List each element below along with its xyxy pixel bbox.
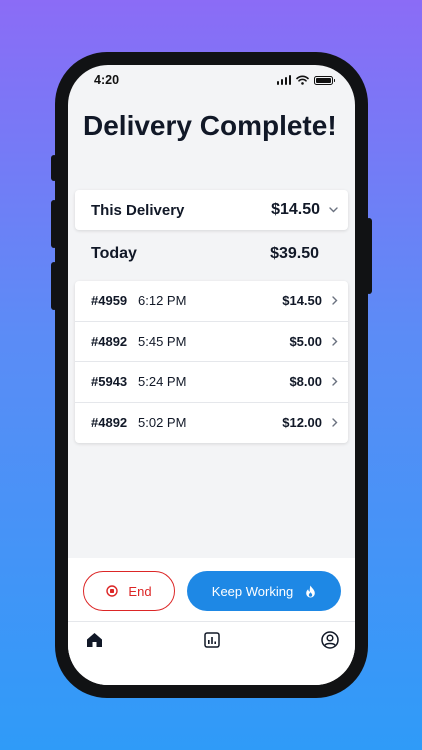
- chevron-right-icon: [332, 337, 338, 346]
- profile-icon[interactable]: [321, 631, 339, 649]
- order-time: 6:12 PM: [138, 293, 187, 309]
- this-delivery-label: This Delivery: [91, 201, 185, 219]
- order-row[interactable]: #5943 5:24 PM $8.00: [75, 362, 348, 403]
- chevron-right-icon: [332, 418, 338, 427]
- page-title: Delivery Complete!: [83, 110, 337, 141]
- action-buttons: End Keep Working: [83, 571, 341, 611]
- order-id: #4959: [91, 293, 128, 309]
- flame-icon: [306, 585, 316, 597]
- order-id: #5943: [91, 374, 128, 390]
- signal-icon: [276, 75, 291, 85]
- today-amount: $39.50: [270, 245, 319, 262]
- end-button[interactable]: End: [83, 571, 175, 611]
- order-row[interactable]: #4892 5:02 PM $12.00: [75, 403, 348, 444]
- nav-divider: [68, 621, 355, 622]
- status-time: 4:20: [94, 73, 120, 87]
- order-amount: $8.00: [289, 374, 322, 390]
- order-amount: $12.00: [282, 415, 322, 431]
- chevron-right-icon: [332, 377, 338, 386]
- order-row[interactable]: #4959 6:12 PM $14.50: [75, 281, 348, 322]
- order-time: 5:24 PM: [138, 374, 187, 390]
- order-row[interactable]: #4892 5:45 PM $5.00: [75, 322, 348, 362]
- order-amount: $5.00: [289, 333, 322, 349]
- stop-icon: [106, 585, 119, 597]
- chevron-down-icon[interactable]: [328, 205, 338, 215]
- wifi-icon: [296, 75, 309, 85]
- battery-icon: [314, 75, 335, 85]
- status-bar: 4:20: [68, 65, 355, 95]
- home-icon[interactable]: [85, 631, 103, 649]
- phone-screen: 4:20 Delivery Complete! This Delivery $1…: [68, 65, 355, 685]
- this-delivery-amount: $14.50: [271, 201, 320, 218]
- keep-working-button[interactable]: Keep Working: [187, 571, 341, 611]
- keep-working-label: Keep Working: [211, 583, 294, 599]
- stats-icon[interactable]: [203, 631, 221, 649]
- today-summary: Today $39.50: [91, 243, 319, 265]
- end-button-label: End: [128, 583, 152, 599]
- bottom-nav: [68, 631, 355, 653]
- orders-list: #4959 6:12 PM $14.50 #4892 5:45 PM $5.00…: [75, 281, 348, 443]
- order-id: #4892: [91, 415, 128, 431]
- chevron-right-icon: [332, 296, 338, 305]
- order-amount: $14.50: [282, 293, 322, 309]
- order-id: #4892: [91, 333, 128, 349]
- order-time: 5:45 PM: [138, 333, 187, 349]
- status-icons: [276, 75, 335, 85]
- order-time: 5:02 PM: [138, 415, 187, 431]
- this-delivery-summary[interactable]: This Delivery $14.50: [75, 190, 348, 230]
- bottom-panel: End Keep Working: [68, 558, 355, 685]
- today-label: Today: [91, 245, 137, 262]
